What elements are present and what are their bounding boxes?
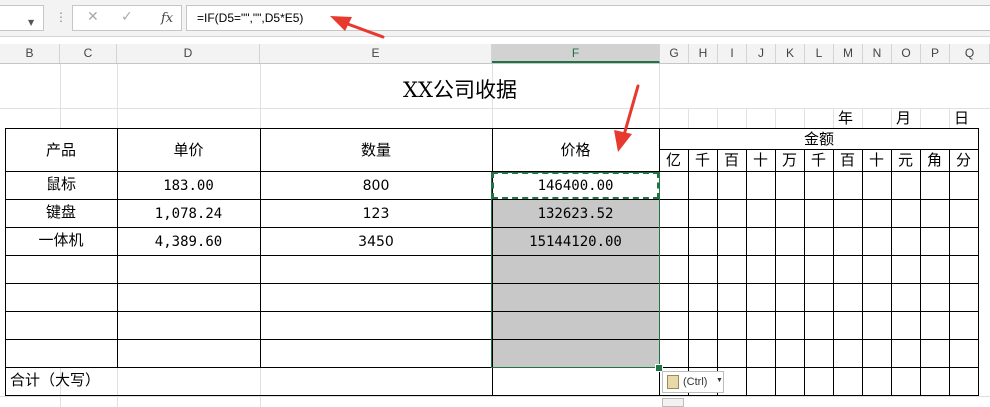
annotation-overlay [330,16,640,152]
red-arrow-icon [614,84,640,152]
red-arrow-icon [330,16,385,39]
